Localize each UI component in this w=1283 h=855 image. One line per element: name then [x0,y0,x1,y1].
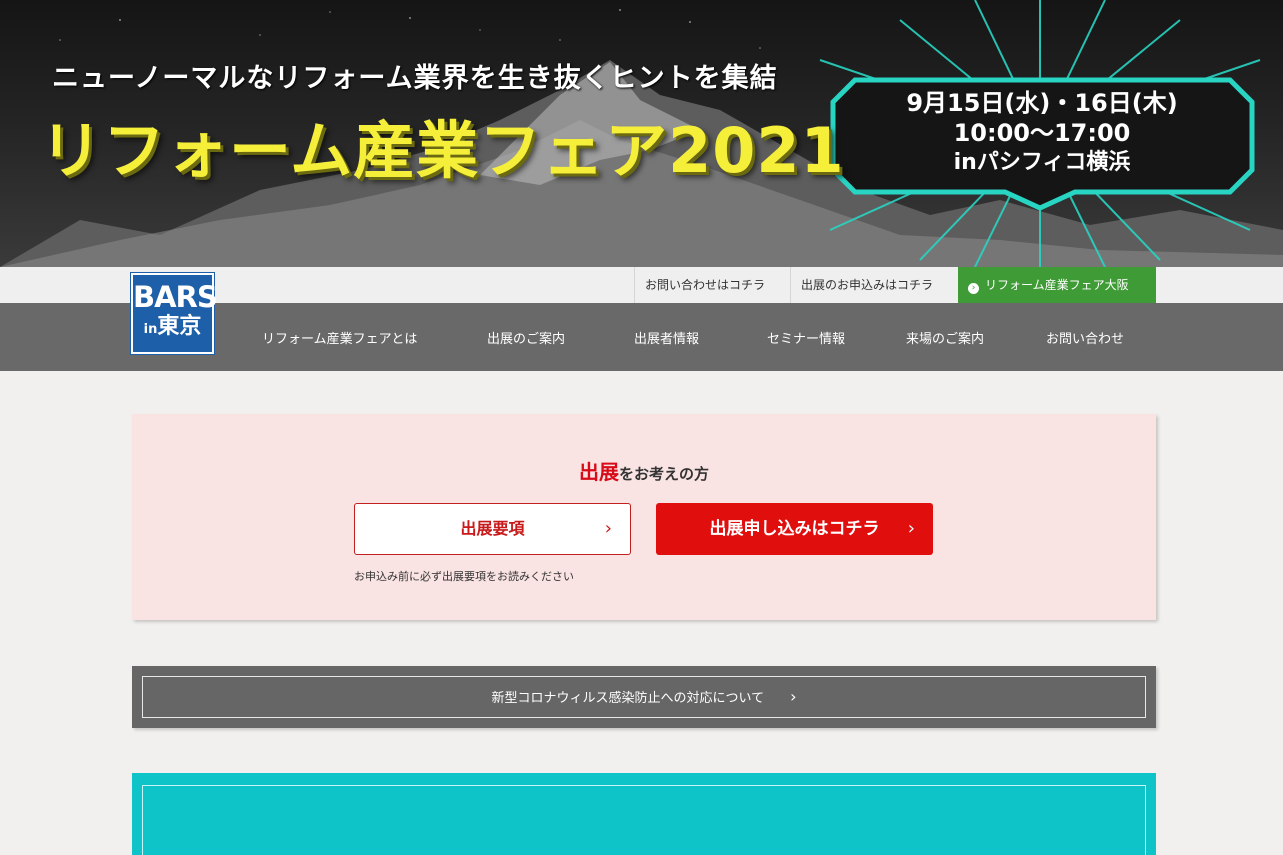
chevron-right-icon: › [907,518,915,539]
corona-info-link[interactable]: 新型コロナウィルス感染防止への対応について › [142,676,1146,718]
nav-item-contact[interactable]: お問い合わせ [1046,303,1124,371]
hero-tagline: ニューノーマルなリフォーム業界を生き抜くヒントを集結 [52,63,778,94]
site-logo[interactable]: BARS in東京 [131,273,218,354]
nav-item-exhibit-guide[interactable]: 出展のご案内 [487,303,565,371]
exhibit-note: お申込み前に必ず出展要項をお読みください [354,570,574,583]
top-link-osaka[interactable]: › リフォーム産業フェア大阪 [958,267,1156,303]
exhibit-apply-button[interactable]: 出展申し込みはコチラ › [656,503,933,555]
nav-item-about[interactable]: リフォーム産業フェアとは [262,303,417,371]
corona-banner: 新型コロナウィルス感染防止への対応について › [132,666,1156,728]
chevron-right-icon: › [604,518,612,539]
exhibit-heading-rest: をお考えの方 [618,465,709,483]
exhibit-apply-label: 出展申し込みはコチラ [709,519,880,539]
hero-banner: ニューノーマルなリフォーム業界を生き抜くヒントを集結 リフォーム産業フェア202… [0,0,1283,267]
event-time: 10:00〜17:00 [953,119,1131,147]
top-link-osaka-label: リフォーム産業フェア大阪 [985,278,1129,292]
event-venue: inパシフィコ横浜 [953,150,1131,175]
exhibit-guidelines-button[interactable]: 出展要項 › [354,503,631,555]
corona-info-label: 新型コロナウィルス感染防止への対応について [491,691,765,706]
teal-section [132,773,1156,855]
logo-bars: BARS [133,280,218,314]
chevron-right-icon: › [790,687,797,706]
nav-item-exhibitors[interactable]: 出展者情報 [634,303,699,371]
hero-title: リフォーム産業フェア2021 [40,114,845,187]
exhibit-heading-strong: 出展 [578,460,619,484]
nav-item-visitor-guide[interactable]: 来場のご案内 [906,303,984,371]
chevron-right-circle-icon: › [968,283,979,294]
event-info-panel: 9月15日(水)・16日(木) 10:00〜17:00 inパシフィコ横浜 [852,88,1232,180]
top-link-contact[interactable]: お問い合わせはコチラ [634,267,790,303]
logo-tokyo: in東京 [143,314,202,339]
nav-item-seminars[interactable]: セミナー情報 [767,303,845,371]
event-date: 9月15日(水)・16日(木) [906,89,1178,117]
exhibit-guidelines-label: 出展要項 [460,519,525,538]
teal-section-frame [142,785,1146,855]
exhibit-heading: 出展をお考えの方 [132,456,1156,485]
exhibit-section: 出展をお考えの方 出展要項 › 出展申し込みはコチラ › お申込み前に必ず出展要… [132,414,1156,620]
top-link-apply[interactable]: 出展のお申込みはコチラ [790,267,958,303]
